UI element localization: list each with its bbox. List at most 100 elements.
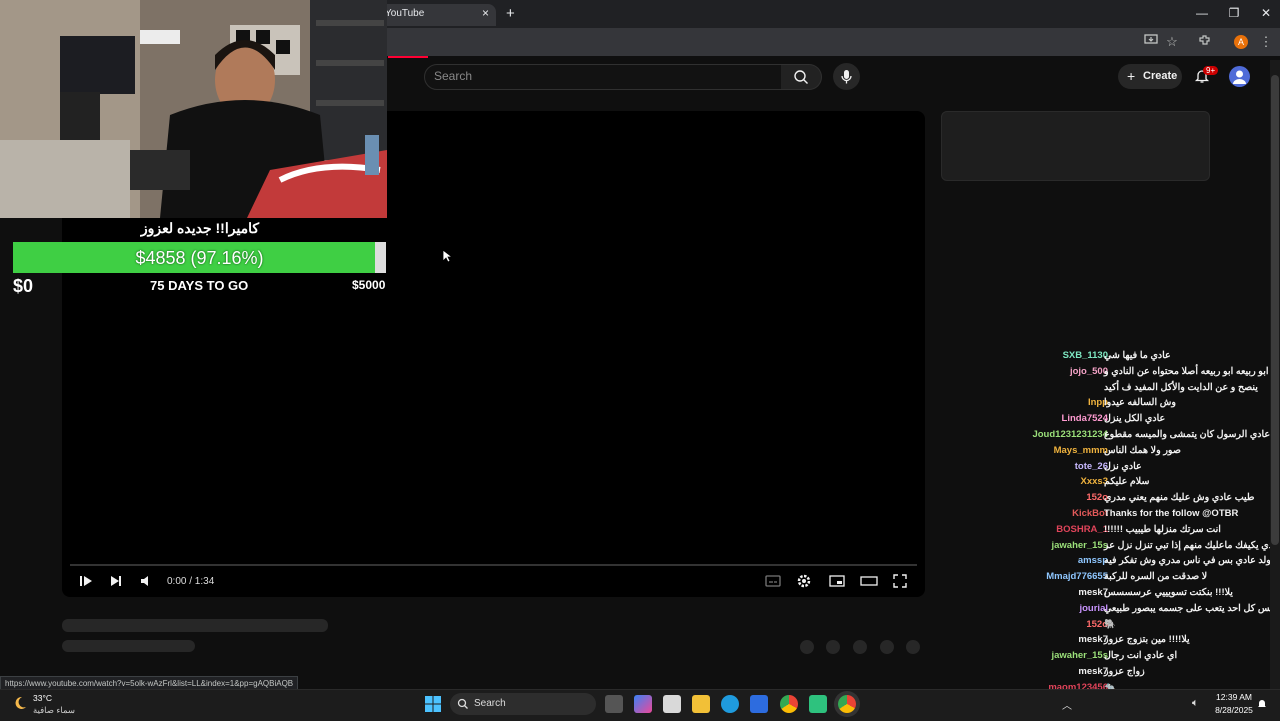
- copilot-icon[interactable]: [634, 695, 652, 713]
- microsoft-store-icon[interactable]: [750, 695, 768, 713]
- close-window-button[interactable]: ✕: [1256, 6, 1276, 20]
- scrollbar-thumb[interactable]: [1271, 75, 1279, 545]
- browser-profile-avatar[interactable]: A: [1234, 35, 1248, 49]
- account-avatar[interactable]: [1229, 66, 1250, 87]
- chat-message-text: اي عادي انت رجال: [1104, 650, 1178, 662]
- chat-username[interactable]: KickBot: [1072, 508, 1108, 519]
- speaker-icon[interactable]: 🔈︎: [1192, 697, 1199, 710]
- miniplayer-icon[interactable]: [828, 573, 846, 589]
- notification-bell-icon[interactable]: [1256, 697, 1268, 715]
- search-input[interactable]: [424, 64, 782, 90]
- plus-icon: +: [1127, 68, 1136, 84]
- chat-message-text: وش السالفه عيدوا: [1104, 397, 1176, 409]
- chat-message-text: انت سرتك منزلها طيبيب !!!!!!: [1104, 523, 1221, 535]
- action-skeleton: [826, 640, 840, 654]
- chat-username[interactable]: jawaher_15s: [1051, 540, 1108, 551]
- app-icon[interactable]: [809, 695, 827, 713]
- chat-message: ينصح و عن الدايت والأكل المفيد ف أكيد: [1000, 382, 1280, 397]
- windows-start-icon[interactable]: [425, 696, 441, 717]
- goal-target-amount: $5000: [352, 278, 386, 292]
- chat-message: jawaher_15s اي عادي انت رجال: [1000, 650, 1280, 665]
- chat-username[interactable]: Mmajd776655: [1046, 571, 1108, 582]
- video-progress-bar[interactable]: [70, 564, 917, 566]
- chat-username[interactable]: jojo_500: [1070, 366, 1108, 377]
- weather-description[interactable]: سماء صافية: [33, 705, 75, 716]
- taskbar-search-box[interactable]: [450, 693, 596, 715]
- fullscreen-icon[interactable]: [892, 573, 910, 589]
- install-app-icon[interactable]: [1142, 33, 1160, 51]
- chat-message: Mays_mmm صور ولا همك الناس: [1000, 445, 1280, 460]
- show-hidden-icons-icon[interactable]: ︿: [1062, 697, 1072, 712]
- search-button[interactable]: [781, 64, 822, 90]
- chat-username[interactable]: Mays_mmm: [1054, 445, 1108, 456]
- chat-message: mesk7 يلا!!!! مين بتزوج عزوز: [1000, 634, 1280, 649]
- goal-days-remaining: 75 DAYS TO GO: [150, 278, 249, 293]
- chat-message: KickBot Thanks for the follow @OTBR: [1000, 508, 1280, 523]
- chat-message: jourial احس كل احد يتعب على جسمه يبصور طب…: [1000, 603, 1280, 618]
- microphone-icon: [841, 70, 852, 84]
- chat-message-text: طيب عادي الرسول كان يتمشى والميسه مقطوع: [1104, 429, 1280, 440]
- theater-mode-icon[interactable]: [860, 573, 878, 589]
- create-label: Create: [1143, 70, 1178, 82]
- minimize-button[interactable]: —: [1192, 6, 1212, 20]
- chrome-active-icon[interactable]: [838, 695, 856, 713]
- extensions-icon[interactable]: [1196, 33, 1214, 51]
- new-tab-button[interactable]: +: [506, 5, 515, 22]
- chat-username[interactable]: jawaher_15s: [1051, 650, 1108, 661]
- goal-start-amount: $0: [13, 276, 34, 296]
- streamer-webcam: [0, 0, 387, 218]
- chat-message: Mmajd776655 لا صدقت من السره للركبة: [1000, 571, 1280, 586]
- chat-message-text: عادي نزل: [1104, 460, 1142, 472]
- title-skeleton: [62, 619, 328, 632]
- settings-gear-icon[interactable]: [796, 573, 814, 589]
- notification-count-badge: 9+: [1203, 66, 1219, 75]
- chat-message: Joud1231231234 طيب عادي الرسول كان يتمشى …: [1000, 429, 1280, 444]
- play-pause-icon[interactable]: [78, 573, 96, 589]
- chat-username[interactable]: tote_26: [1075, 461, 1108, 472]
- donation-goal-bar: $4858 (97.16%): [13, 242, 386, 273]
- chat-message-text: 🐘: [1104, 618, 1116, 630]
- chat-username[interactable]: Joud1231231234: [1032, 429, 1108, 440]
- restore-button[interactable]: ❐: [1224, 6, 1244, 20]
- browser-menu-icon[interactable]: ⋮: [1257, 33, 1275, 51]
- chat-message: jawaher_15s عادي يكيفك ماعليك منهم إذا تب…: [1000, 540, 1280, 555]
- chat-username[interactable]: SXB_1130: [1063, 350, 1108, 361]
- search-icon: [794, 70, 808, 84]
- weather-moon-icon[interactable]: [12, 695, 28, 716]
- weather-temperature[interactable]: 33°C: [33, 693, 52, 703]
- chat-message-text: عادي ما فيها شي: [1104, 350, 1171, 361]
- chat-message: jojo_500تكلم على ابو ربيعه ابو ربيعه أصل…: [1000, 366, 1280, 381]
- taskbar-clock-time[interactable]: 12:39 AM: [1214, 692, 1254, 702]
- tab-title[interactable]: YouTube: [385, 8, 424, 19]
- chat-message: 152o 🐘: [1000, 619, 1280, 634]
- chat-message-text: عادي الكل ينزل: [1104, 413, 1166, 425]
- chat-message: 152o طيب عادي وش عليك منهم يعني مدري: [1000, 492, 1280, 507]
- chat-message: BOSHRA_1 انت سرتك منزلها طيبيب !!!!!!: [1000, 524, 1280, 539]
- tab-close-icon[interactable]: ×: [482, 6, 489, 20]
- chat-username[interactable]: BOSHRA_1: [1056, 524, 1108, 535]
- stream-overlay-title: كاميرا!! جديده لعزوز: [140, 220, 260, 236]
- sidebar-loading-card: [941, 111, 1210, 181]
- subtitles-icon[interactable]: [764, 573, 782, 589]
- chat-message-text: يلا!!! بنكتت تسويييي عرسسسس: [1104, 587, 1233, 598]
- task-view-icon[interactable]: [605, 695, 623, 713]
- video-time-display: 0:00 / 1:34: [167, 576, 215, 587]
- create-button[interactable]: + Create: [1118, 64, 1182, 89]
- mouse-cursor-icon: [442, 249, 454, 268]
- bookmark-star-icon[interactable]: ☆: [1163, 33, 1181, 51]
- taskbar-clock-date[interactable]: 8/28/2025: [1210, 705, 1258, 715]
- app-icon[interactable]: [663, 695, 681, 713]
- chat-message-text: صور ولا همك الناس: [1104, 444, 1181, 456]
- chat-message-text: يلا!!!! مين بتزوج عزوز: [1104, 634, 1190, 646]
- next-video-icon[interactable]: [108, 573, 126, 589]
- voice-search-button[interactable]: [833, 63, 860, 90]
- chat-message-text: سلام عليكم: [1104, 476, 1150, 488]
- edge-browser-icon[interactable]: [721, 695, 739, 713]
- chat-message: mesk7 يلا!!! بنكتت تسويييي عرسسسس: [1000, 587, 1280, 602]
- chat-username[interactable]: Linda7524: [1062, 413, 1108, 424]
- volume-icon[interactable]: [138, 573, 156, 589]
- chat-message: tote_26 عادي نزل: [1000, 461, 1280, 476]
- file-explorer-icon[interactable]: [692, 695, 710, 713]
- page-load-indicator: [388, 56, 428, 58]
- chrome-icon[interactable]: [780, 695, 798, 713]
